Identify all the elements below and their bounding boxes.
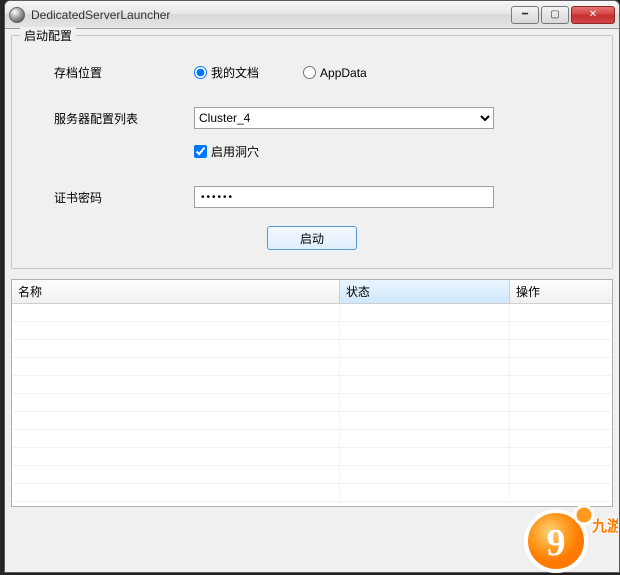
table-row[interactable] (12, 376, 612, 394)
save-location-row: 存档位置 我的文档 AppData (24, 64, 600, 81)
cert-password-input[interactable] (194, 186, 494, 208)
client-area: 启动配置 存档位置 我的文档 AppData 服务器配置列表 (5, 29, 619, 572)
table-row[interactable] (12, 448, 612, 466)
server-listview[interactable]: 名称 状态 操作 (11, 279, 613, 507)
minimize-button[interactable]: ━ (511, 6, 539, 24)
column-status[interactable]: 状态 (340, 280, 510, 303)
table-row[interactable] (12, 304, 612, 322)
table-row[interactable] (12, 394, 612, 412)
enable-caves-checkbox[interactable] (194, 145, 207, 158)
table-row[interactable] (12, 430, 612, 448)
server-config-row: 服务器配置列表 Cluster_4 (24, 107, 600, 129)
radio-my-documents-input[interactable] (194, 66, 207, 79)
radio-my-documents[interactable]: 我的文档 (194, 64, 259, 81)
save-location-radiogroup: 我的文档 AppData (194, 64, 367, 81)
title-bar[interactable]: DedicatedServerLauncher ━ ▢ ✕ (5, 1, 619, 29)
listview-body (12, 304, 612, 502)
enable-caves-label: 启用洞穴 (211, 143, 259, 160)
window-controls: ━ ▢ ✕ (509, 6, 615, 24)
window-title: DedicatedServerLauncher (31, 8, 509, 22)
launch-config-group: 启动配置 存档位置 我的文档 AppData 服务器配置列表 (11, 35, 613, 269)
launch-button[interactable]: 启动 (267, 226, 357, 250)
table-row[interactable] (12, 412, 612, 430)
listview-header: 名称 状态 操作 (12, 280, 612, 304)
cert-password-label: 证书密码 (24, 189, 194, 206)
radio-my-documents-label: 我的文档 (211, 64, 259, 81)
table-row[interactable] (12, 358, 612, 376)
radio-appdata[interactable]: AppData (303, 64, 367, 81)
server-config-label: 服务器配置列表 (24, 110, 194, 127)
close-button[interactable]: ✕ (571, 6, 615, 24)
server-config-combo[interactable]: Cluster_4 (194, 107, 494, 129)
radio-appdata-label: AppData (320, 66, 367, 80)
table-row[interactable] (12, 322, 612, 340)
app-window: DedicatedServerLauncher ━ ▢ ✕ 启动配置 存档位置 … (4, 0, 620, 573)
table-row[interactable] (12, 340, 612, 358)
table-row[interactable] (12, 466, 612, 484)
radio-appdata-input[interactable] (303, 66, 316, 79)
column-name[interactable]: 名称 (12, 280, 340, 303)
cert-password-row: 证书密码 (24, 186, 600, 208)
enable-caves-row: 启用洞穴 (194, 143, 600, 160)
column-action[interactable]: 操作 (510, 280, 612, 303)
table-row[interactable] (12, 484, 612, 502)
app-icon (9, 7, 25, 23)
group-legend: 启动配置 (20, 27, 76, 44)
save-location-label: 存档位置 (24, 64, 194, 81)
maximize-button[interactable]: ▢ (541, 6, 569, 24)
launch-row: 启动 (24, 226, 600, 250)
